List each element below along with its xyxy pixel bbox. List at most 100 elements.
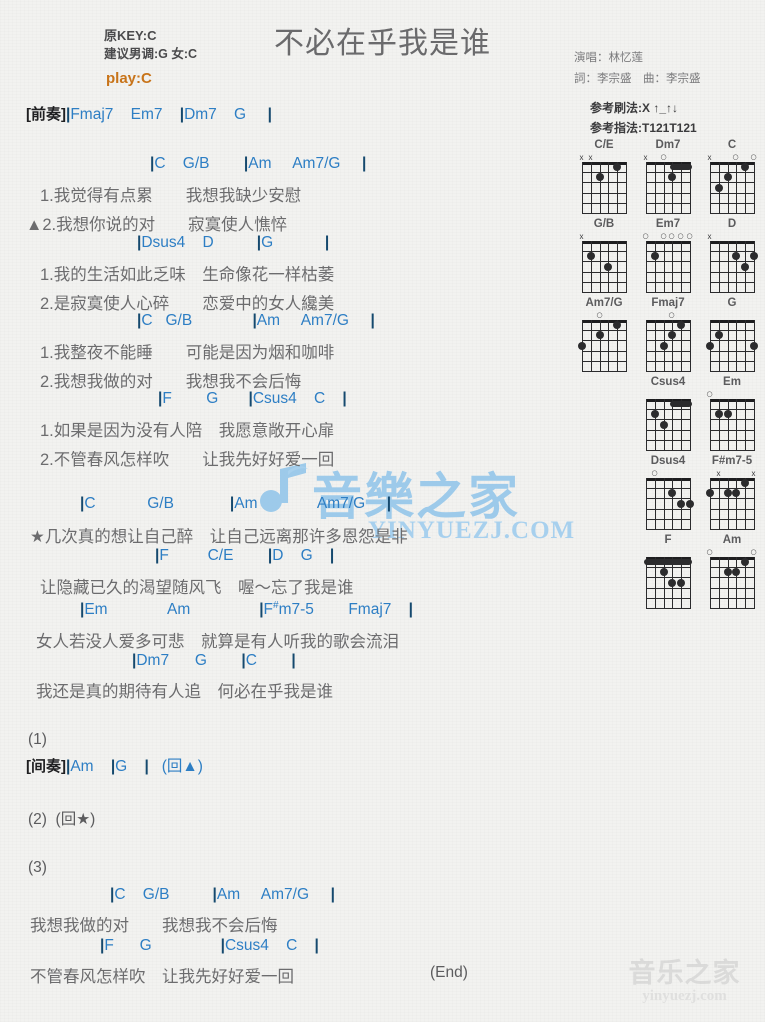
intro-line: [前奏]|Fmaj7 Em7 |Dm7 G |: [26, 103, 272, 124]
chorus-chords-1: |C G/B |Am Am7/G |: [80, 495, 392, 512]
key-info: 原KEY:C 建议男调:G 女:C: [104, 26, 197, 64]
chord-open-mute-markers: ○: [646, 469, 691, 478]
chord-diagram-label: F: [664, 534, 672, 546]
string-line: [753, 162, 755, 213]
fret-line: [581, 193, 627, 194]
string-line: [709, 478, 711, 529]
credits: 演唱：林忆莲 詞：李宗盛 曲：李宗盛: [574, 48, 701, 90]
fret-line: [645, 608, 691, 609]
string-line: [599, 162, 601, 213]
intro-chords: |Fmaj7 Em7 |Dm7 G |: [66, 106, 272, 123]
string-line: [727, 320, 729, 371]
section-1-number: (1): [28, 731, 47, 748]
chord-diagram-fmaj7: Fmaj7 ○: [636, 296, 700, 372]
chord-fretboard: [645, 162, 692, 214]
chord-diagram-row: Csus4 Em ○: [572, 375, 765, 451]
chord-open-mute-markers: ○: [706, 390, 755, 399]
string-line: [727, 478, 729, 529]
fret-line: [709, 213, 755, 214]
finger-dot: [731, 567, 740, 576]
chord-fretboard: [709, 241, 758, 293]
string-line: [590, 320, 592, 371]
chord-diagram-label: G/B: [593, 218, 615, 230]
open-string-icon: ○: [660, 153, 667, 161]
finger-dot: [612, 320, 621, 329]
fret-line: [645, 361, 691, 362]
string-line: [671, 241, 673, 292]
chord-fretboard: [643, 557, 692, 609]
finger-dot: [676, 499, 685, 508]
fret-line: [645, 430, 691, 431]
chorus-lyric-1: ★几次真的想让自己醉 让自己远离那许多恩怨是非: [30, 528, 408, 546]
string-line: [689, 241, 691, 292]
fret-line: [709, 203, 755, 204]
chord-open-mute-markers: ○: [646, 311, 691, 320]
nut: [709, 399, 755, 402]
chord-fretboard: [645, 399, 692, 451]
chord-fretboard: [645, 320, 691, 372]
fret-line: [645, 498, 691, 499]
chord-open-mute-markers: x ○: [644, 153, 691, 162]
fret-line: [581, 261, 627, 262]
chord-fretboard: [709, 162, 755, 214]
chord-open-mute-markers: [646, 548, 691, 557]
finger-dot: [714, 409, 723, 418]
fret-line: [581, 282, 627, 283]
chord-open-mute-markers: ○ ○ ○ ○ ○: [642, 232, 692, 241]
open-string-icon: ○: [732, 153, 739, 161]
chorus-lyric-4: 我还是真的期待有人追 何必在乎我是谁: [36, 683, 333, 701]
string-line: [654, 399, 656, 450]
finger-dot: [714, 330, 723, 339]
fret-line: [709, 577, 755, 578]
chord-sheet: 原KEY:C 建议男调:G 女:C play:C 不必在乎我是谁 演唱：林忆莲 …: [0, 0, 765, 1022]
verse1-chords-4: |F G |Csus4 C |: [158, 390, 347, 407]
chord-diagram-label: Csus4: [650, 376, 686, 388]
string-line: [590, 241, 592, 292]
fret-line: [581, 340, 627, 341]
fret-line: [709, 371, 755, 372]
intro-tag: [前奏]: [26, 106, 66, 123]
fret-line: [709, 519, 755, 520]
string-line: [663, 241, 665, 292]
fret-line: [645, 213, 691, 214]
string-line: [709, 399, 711, 450]
fret-line: [709, 261, 755, 262]
finger-dot: [667, 172, 676, 181]
muted-string-icon: x: [716, 469, 721, 478]
fret-line: [645, 371, 691, 372]
section-3-number: (3): [28, 859, 47, 876]
verse1-lyric-3a: 1.我整夜不能睡 可能是因为烟和咖啡: [40, 344, 335, 362]
fret-line: [645, 440, 691, 441]
chord-fretboard: [705, 478, 755, 530]
finger-dot: [659, 341, 668, 350]
strum-pattern: 参考刷法:X ↑_↑↓: [590, 101, 679, 115]
play-reference: 参考刷法:X ↑_↑↓ 参考指法:T121T121: [590, 98, 697, 138]
finger-dot: [659, 567, 668, 576]
chord-diagram-row: F Am ○ ○: [572, 533, 765, 609]
chord-fretboard: [645, 478, 694, 530]
nut: [645, 241, 691, 244]
string-line: [735, 241, 737, 292]
chorus-chords-4: |Dm7 G |C |: [132, 652, 296, 669]
string-line: [645, 162, 647, 213]
finger-dot: [705, 488, 714, 497]
fret-line: [709, 498, 755, 499]
fret-line: [581, 351, 627, 352]
section-2-line: (2) (回★): [28, 811, 96, 828]
fret-line: [645, 193, 691, 194]
string-line: [645, 241, 647, 292]
string-line: [645, 399, 647, 450]
finger-dot: [740, 557, 749, 566]
fret-line: [645, 272, 691, 273]
chord-diagram-row: Dsus4 ○ F#m7-5 x x: [572, 454, 765, 530]
fret-line: [709, 509, 755, 510]
finger-dot: [612, 162, 621, 171]
muted-string-icon: x: [588, 153, 593, 162]
string-line: [744, 320, 746, 371]
chord-diagram-d: Dx: [700, 217, 764, 293]
string-line: [671, 478, 673, 529]
fret-line: [709, 351, 755, 352]
string-line: [735, 399, 737, 450]
finger-dot: [586, 251, 595, 260]
fret-line: [645, 282, 691, 283]
